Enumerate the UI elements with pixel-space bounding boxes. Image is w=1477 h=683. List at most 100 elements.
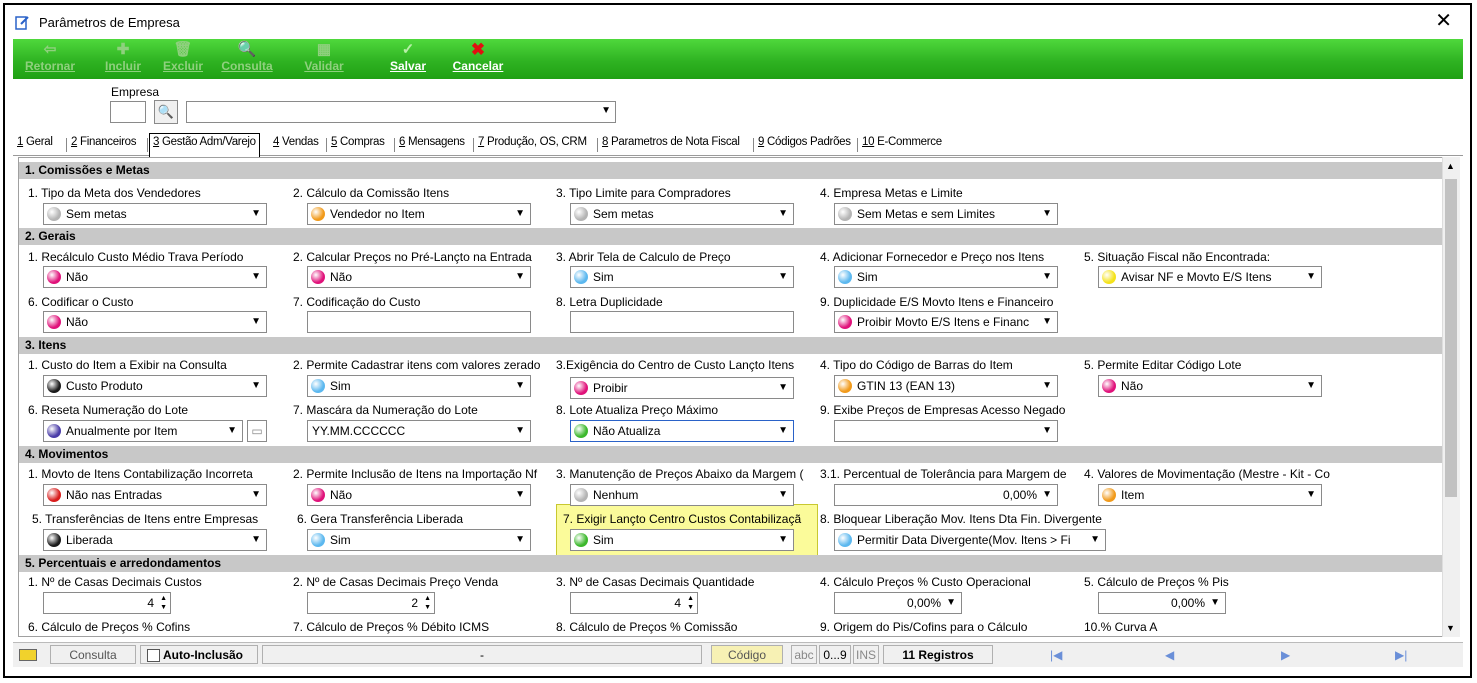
- status-dot-icon: [47, 533, 61, 547]
- chevron-down-icon: ▼: [515, 380, 525, 391]
- vertical-scrollbar[interactable]: ▲ ▼: [1442, 157, 1460, 637]
- percentual-tolerancia-margem[interactable]: 0,00% ▼: [834, 484, 1058, 506]
- num-indicator: 0...9: [819, 645, 851, 664]
- search-icon[interactable]: 🔍: [154, 100, 178, 124]
- nav-prev-icon[interactable]: ◀: [1165, 648, 1174, 662]
- combo-gera-transferencia-liberada[interactable]: Sim ▼: [307, 529, 531, 551]
- empresa-label: Empresa: [111, 85, 160, 99]
- combo-mascara-numeracao-lote[interactable]: YY.MM.CCCCCC ▼: [307, 420, 531, 442]
- chevron-up-icon[interactable]: ▲: [1446, 161, 1455, 171]
- casas-decimais-custos-stepper[interactable]: 4 ▲ ▼: [43, 592, 171, 614]
- nav-last-icon[interactable]: ▶|: [1395, 648, 1407, 662]
- cancelar-button[interactable]: ✖ Cancelar: [449, 41, 507, 77]
- status-dot-icon: [1102, 270, 1116, 284]
- chevron-down-icon[interactable]: ▼: [1446, 623, 1455, 633]
- incluir-button[interactable]: ✚ Incluir: [100, 41, 146, 77]
- combo-exibe-precos-acesso-negado[interactable]: ▼: [834, 420, 1058, 442]
- letra-duplicidade-input[interactable]: [570, 311, 794, 333]
- combo-valores-movimentacao[interactable]: Item ▼: [1098, 484, 1322, 506]
- tab-e-commerce[interactable]: 10 E-Commerce: [862, 136, 942, 148]
- tab-geral[interactable]: 1 Geral: [17, 136, 53, 148]
- chevron-down-icon: ▼: [1042, 271, 1052, 282]
- search-icon: 🔍: [237, 41, 257, 58]
- status-dot-icon: [838, 533, 852, 547]
- codificacao-custo-input[interactable]: [307, 311, 531, 333]
- chevron-down-icon[interactable]: ▼: [601, 105, 611, 116]
- comment-icon[interactable]: ▭: [247, 420, 267, 442]
- combo-adicionar-fornecedor-preco[interactable]: Sim ▼: [834, 266, 1058, 288]
- combo-codificar-custo[interactable]: Não ▼: [43, 311, 267, 333]
- app-icon: [15, 16, 29, 30]
- combo-movto-contabilizacao-incorreta[interactable]: Não nas Entradas ▼: [43, 484, 267, 506]
- salvar-button[interactable]: ✓ Salvar: [385, 41, 431, 77]
- excluir-button[interactable]: 🗑 Excluir: [160, 41, 206, 77]
- retornar-button[interactable]: ⇦ Retornar: [21, 41, 79, 77]
- tab-codigos-padroes[interactable]: 9 Códigos Padrões: [758, 136, 851, 148]
- field-label: 3. Tipo Limite para Compradores: [556, 186, 731, 200]
- combo-permite-cadastrar-zerado[interactable]: Sim ▼: [307, 375, 531, 397]
- field-label: 3.Exigência do Centro de Custo Lançto It…: [556, 358, 795, 372]
- tab-gestao-adm-varejo[interactable]: 3 Gestão Adm/Varejo: [149, 133, 260, 157]
- field-label: 8. Bloquear Liberação Mov. Itens Dta Fin…: [820, 512, 1102, 526]
- combo-permite-editar-codigo-lote[interactable]: Não ▼: [1098, 375, 1322, 397]
- combo-manutencao-precos-abaixo-margem[interactable]: Nenhum ▼: [570, 484, 794, 506]
- combo-exigir-lancto-centro-custos[interactable]: Sim ▼: [570, 529, 794, 551]
- chevron-down-icon: ▼: [515, 208, 525, 219]
- field-label: 3. Manutenção de Preços Abaixo da Margem…: [556, 467, 804, 481]
- tab-mensagens[interactable]: 6 Mensagens: [399, 136, 465, 148]
- calculo-precos-pis[interactable]: 0,00% ▼: [1098, 592, 1226, 614]
- casas-decimais-preco-venda-stepper[interactable]: 2 ▲ ▼: [307, 592, 435, 614]
- empresa-code-input[interactable]: [110, 101, 146, 123]
- combo-tipo-limite-compradores[interactable]: Sem metas ▼: [570, 203, 794, 225]
- status-dot-icon: [1102, 379, 1116, 393]
- tab-producao-os-crm[interactable]: 7 Produção, OS, CRM: [478, 136, 587, 148]
- chevron-down-icon: ▼: [251, 380, 261, 391]
- check-icon: ✓: [401, 41, 415, 58]
- empresa-name-combo[interactable]: ▼: [186, 101, 616, 123]
- combo-reseta-numeracao-lote[interactable]: Anualmente por Item ▼: [43, 420, 243, 442]
- status-message: -: [262, 645, 702, 664]
- field-label: 1. Recálculo Custo Médio Trava Período: [28, 250, 244, 264]
- nav-next-icon[interactable]: ▶: [1281, 648, 1290, 662]
- tab-vendas[interactable]: 4 Vendas: [273, 136, 319, 148]
- scrollbar-thumb[interactable]: [1445, 179, 1457, 497]
- status-dot-icon: [838, 379, 852, 393]
- combo-recalculo-custo-medio[interactable]: Não ▼: [43, 266, 267, 288]
- tab-compras[interactable]: 5 Compras: [331, 136, 385, 148]
- spinner-icon: ▲ ▼: [687, 595, 694, 611]
- tab-financeiros[interactable]: 2 Financeiros: [71, 136, 136, 148]
- field-label: 4. Adicionar Fornecedor e Preço nos Iten…: [820, 250, 1045, 264]
- chevron-down-icon: ▼: [515, 271, 525, 282]
- field-label: 7. Codificação do Custo: [293, 295, 421, 309]
- combo-tipo-codigo-barras[interactable]: GTIN 13 (EAN 13) ▼: [834, 375, 1058, 397]
- casas-decimais-quantidade-stepper[interactable]: 4 ▲ ▼: [570, 592, 698, 614]
- chevron-down-icon: ▼: [778, 208, 788, 219]
- combo-bloquear-liberacao-mov-itens[interactable]: Permitir Data Divergente(Mov. Itens > Fi…: [834, 529, 1106, 551]
- field-label: 4. Valores de Movimentação (Mestre - Kit…: [1084, 467, 1330, 481]
- chevron-down-icon: ▼: [778, 534, 788, 545]
- combo-calcular-precos-pre-lancto[interactable]: Não ▼: [307, 266, 531, 288]
- validar-button[interactable]: ▦ Validar: [301, 41, 347, 77]
- field-label: 7. Mascára da Numeração do Lote: [293, 403, 478, 417]
- combo-situacao-fiscal-nao-encontrada[interactable]: Avisar NF e Movto E/S Itens ▼: [1098, 266, 1322, 288]
- combo-duplicidade-es-movto[interactable]: Proibir Movto E/S Itens e Financ ▼: [834, 311, 1058, 333]
- tab-parametros-nota-fiscal[interactable]: 8 Parametros de Nota Fiscal: [602, 136, 740, 148]
- calculo-precos-custo-operacional[interactable]: 0,00% ▼: [834, 592, 962, 614]
- chevron-down-icon: ▼: [515, 534, 525, 545]
- combo-calculo-comissao-itens[interactable]: Vendedor no Item ▼: [307, 203, 531, 225]
- field-label: 6. Reseta Numeração do Lote: [28, 403, 189, 417]
- close-icon[interactable]: ✕: [1435, 11, 1452, 31]
- combo-permite-inclusao-importacao-nf[interactable]: Não ▼: [307, 484, 531, 506]
- combo-transferencias-entre-empresas[interactable]: Liberada ▼: [43, 529, 267, 551]
- auto-inclusao-checkbox[interactable]: Auto-Inclusão: [140, 645, 258, 664]
- combo-lote-atualiza-preco[interactable]: Não Atualiza ▼: [570, 420, 794, 442]
- consulta-button[interactable]: 🔍 Consulta: [218, 41, 276, 77]
- combo-custo-item-exibir[interactable]: Custo Produto ▼: [43, 375, 267, 397]
- codigo-status: Código: [711, 645, 783, 664]
- field-label: 7. Exigir Lançto Centro Custos Contabili…: [563, 512, 802, 526]
- combo-abrir-tela-calculo-preco[interactable]: Sim ▼: [570, 266, 794, 288]
- combo-exigencia-centro-custo[interactable]: Proibir ▼: [570, 377, 794, 399]
- combo-tipo-meta-vendedores[interactable]: Sem metas ▼: [43, 203, 267, 225]
- nav-first-icon[interactable]: |◀: [1050, 648, 1062, 662]
- combo-empresa-metas-limite[interactable]: Sem Metas e sem Limites ▼: [834, 203, 1058, 225]
